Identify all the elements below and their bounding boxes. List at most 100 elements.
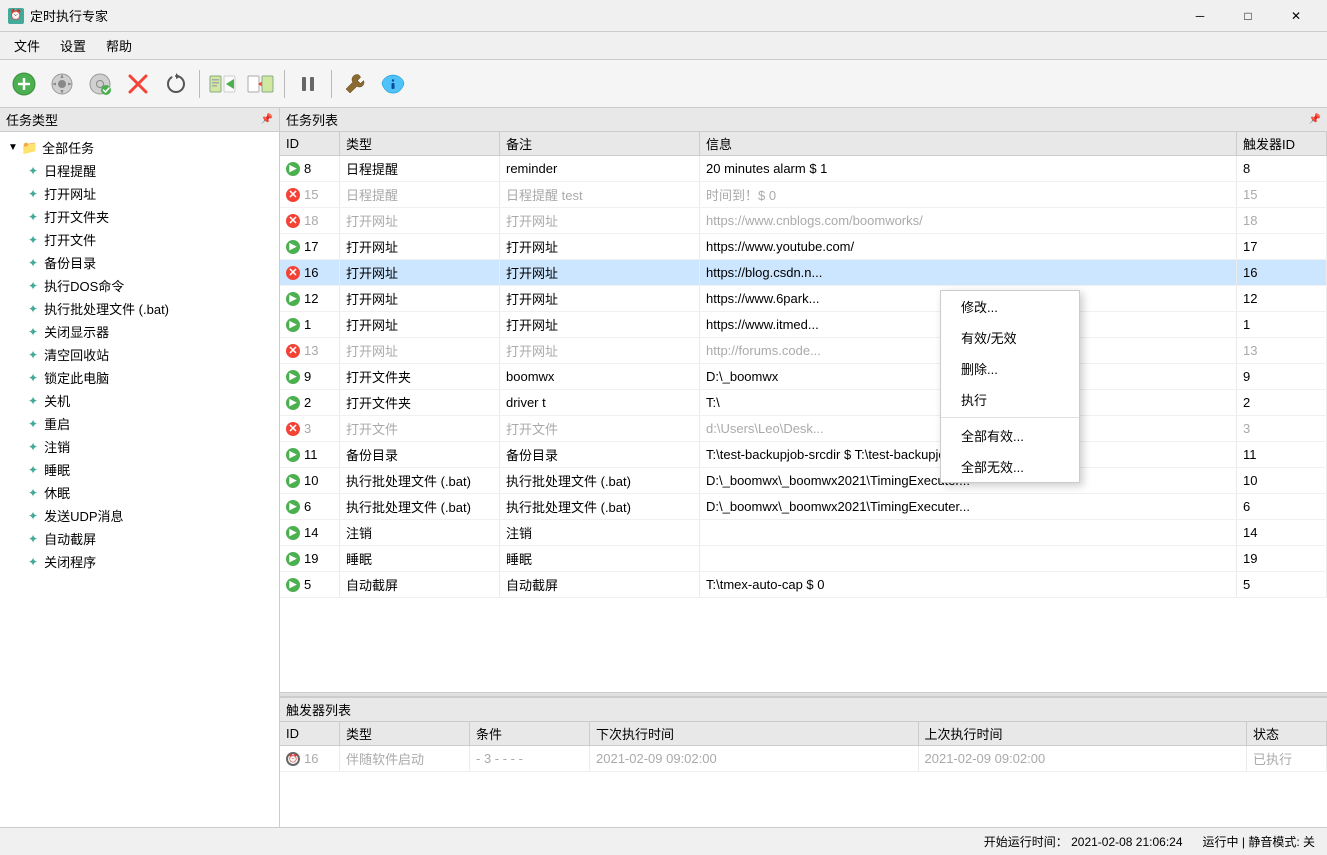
table-row[interactable]: ▶10 执行批处理文件 (.bat) 执行批处理文件 (.bat) D:\_bo… xyxy=(280,468,1327,494)
td-id: ▶8 xyxy=(280,156,340,181)
table-row[interactable]: ▶17 打开网址 打开网址 https://www.youtube.com/ 1… xyxy=(280,234,1327,260)
left-panel: 任务类型 📌 ▼ 📁 全部任务 ✦日程提醒✦打开网址✦打开文件夹✦打开文件✦备份… xyxy=(0,108,280,827)
table-row[interactable]: ▶5 自动截屏 自动截屏 T:\tmex-auto-cap $ 0 5 xyxy=(280,572,1327,598)
sidebar-item-休眠[interactable]: ✦休眠 xyxy=(0,481,279,504)
ctx-all-disable[interactable]: 全部无效... xyxy=(941,451,1079,482)
td-info: https://blog.csdn.n... xyxy=(700,260,1237,285)
sidebar-item-关机[interactable]: ✦关机 xyxy=(0,389,279,412)
table-row[interactable]: ▶6 执行批处理文件 (.bat) 执行批处理文件 (.bat) D:\_boo… xyxy=(280,494,1327,520)
sidebar-item-睡眠[interactable]: ✦睡眠 xyxy=(0,458,279,481)
status-green-icon: ▶ xyxy=(286,448,300,462)
table-row[interactable]: ✕15 日程提醒 日程提醒 test 时间到！$ 0 15 xyxy=(280,182,1327,208)
td-note: 打开文件 xyxy=(500,416,700,441)
td-id: ▶14 xyxy=(280,520,340,545)
sidebar-item-锁定此电脑[interactable]: ✦锁定此电脑 xyxy=(0,366,279,389)
status-green-icon: ▶ xyxy=(286,318,300,332)
trigger-th-id: ID xyxy=(280,722,340,745)
td-info xyxy=(700,520,1237,545)
table-row[interactable]: ▶2 打开文件夹 driver t T:\ 2 xyxy=(280,390,1327,416)
sidebar-item-自动截屏[interactable]: ✦自动截屏 xyxy=(0,527,279,550)
task-list-panel-header: 任务列表 📌 xyxy=(280,108,1327,132)
td-trigid: 12 xyxy=(1237,286,1327,311)
trigger-list-panel-header: 触发器列表 xyxy=(280,698,1327,722)
td-trigid: 6 xyxy=(1237,494,1327,519)
status-bar: 开始运行时间： 2021-02-08 21:06:24 运行中 | 静音模式: … xyxy=(0,827,1327,855)
td-trigid: 15 xyxy=(1237,182,1327,207)
maximize-button[interactable]: □ xyxy=(1225,1,1271,31)
export-button[interactable] xyxy=(243,66,279,102)
sidebar-item-发送UDP消息[interactable]: ✦发送UDP消息 xyxy=(0,504,279,527)
td-trigid: 1 xyxy=(1237,312,1327,337)
sidebar-item-执行DOS命令[interactable]: ✦执行DOS命令 xyxy=(0,274,279,297)
table-row[interactable]: ✕18 打开网址 打开网址 https://www.cnblogs.com/bo… xyxy=(280,208,1327,234)
table-row[interactable]: ▶1 打开网址 打开网址 https://www.itmed... 1 xyxy=(280,312,1327,338)
clock-icon: ⏰ xyxy=(286,752,300,766)
td-id: ✕18 xyxy=(280,208,340,233)
td-info: T:\tmex-auto-cap $ 0 xyxy=(700,572,1237,597)
table-row[interactable]: ▶12 打开网址 打开网址 https://www.6park... 12 xyxy=(280,286,1327,312)
table-row[interactable]: ▶19 睡眠 睡眠 19 xyxy=(280,546,1327,572)
trigger-td-last: 2021-02-09 09:02:00 xyxy=(919,746,1248,771)
ctx-toggle[interactable]: 有效/无效 xyxy=(941,322,1079,353)
table-row[interactable]: ▶14 注销 注销 14 xyxy=(280,520,1327,546)
menu-settings[interactable]: 设置 xyxy=(50,32,96,59)
pause-button[interactable] xyxy=(290,66,326,102)
settings-button[interactable] xyxy=(44,66,80,102)
refresh-button[interactable] xyxy=(158,66,194,102)
table-row[interactable]: ✕3 打开文件 打开文件 d:\Users\Leo\Desk... 3 xyxy=(280,416,1327,442)
sidebar-item-打开网址[interactable]: ✦打开网址 xyxy=(0,182,279,205)
trigger-table-row[interactable]: ⏰16 伴随软件启动 - 3 - - - - 2021-02-09 09:02:… xyxy=(280,746,1327,772)
sidebar-item-打开文件[interactable]: ✦打开文件 xyxy=(0,228,279,251)
task-table-body: ▶8 日程提醒 reminder 20 minutes alarm $ 1 8 … xyxy=(280,156,1327,692)
sidebar-item-关闭程序[interactable]: ✦关闭程序 xyxy=(0,550,279,573)
td-note: 睡眠 xyxy=(500,546,700,571)
td-note: 打开网址 xyxy=(500,260,700,285)
status-red-icon: ✕ xyxy=(286,266,300,280)
sidebar-item-重启[interactable]: ✦重启 xyxy=(0,412,279,435)
run-status: 运行中 | 静音模式: 关 xyxy=(1203,833,1315,850)
import-button[interactable] xyxy=(205,66,241,102)
table-row[interactable]: ▶8 日程提醒 reminder 20 minutes alarm $ 1 8 xyxy=(280,156,1327,182)
sidebar-item-清空回收站[interactable]: ✦清空回收站 xyxy=(0,343,279,366)
menu-file[interactable]: 文件 xyxy=(4,32,50,59)
sidebar-item-关闭显示器[interactable]: ✦关闭显示器 xyxy=(0,320,279,343)
td-type: 打开网址 xyxy=(340,286,500,311)
table-row[interactable]: ▶11 备份目录 备份目录 T:\test-backupjob-srcdir $… xyxy=(280,442,1327,468)
status-green-icon: ▶ xyxy=(286,552,300,566)
minimize-button[interactable]: ─ xyxy=(1177,1,1223,31)
td-id: ✕16 xyxy=(280,260,340,285)
td-id: ▶19 xyxy=(280,546,340,571)
menu-help[interactable]: 帮助 xyxy=(96,32,142,59)
close-button[interactable]: ✕ xyxy=(1273,1,1319,31)
add-task-button[interactable] xyxy=(6,66,42,102)
info-button[interactable] xyxy=(375,66,411,102)
td-type: 打开文件 xyxy=(340,416,500,441)
sidebar-item-打开文件夹[interactable]: ✦打开文件夹 xyxy=(0,205,279,228)
ctx-delete[interactable]: 删除... xyxy=(941,353,1079,384)
table-row[interactable]: ✕16 打开网址 打开网址 https://blog.csdn.n... 16 xyxy=(280,260,1327,286)
ctx-edit[interactable]: 修改... xyxy=(941,291,1079,322)
td-note: 注销 xyxy=(500,520,700,545)
sidebar-item-备份目录[interactable]: ✦备份目录 xyxy=(0,251,279,274)
tools-button[interactable] xyxy=(337,66,373,102)
tree-root-all-tasks[interactable]: ▼ 📁 全部任务 xyxy=(0,136,279,159)
td-note: 日程提醒 test xyxy=(500,182,700,207)
task-list-pin[interactable]: 📌 xyxy=(1309,114,1321,125)
toolbar-sep-1 xyxy=(199,70,200,98)
td-trigid: 13 xyxy=(1237,338,1327,363)
ctx-run[interactable]: 执行 xyxy=(941,384,1079,415)
sidebar-item-日程提醒[interactable]: ✦日程提醒 xyxy=(0,159,279,182)
ctx-all-enable[interactable]: 全部有效... xyxy=(941,420,1079,451)
td-note: 打开网址 xyxy=(500,338,700,363)
th-trigid: 触发器ID xyxy=(1237,132,1327,155)
status-green-icon: ▶ xyxy=(286,396,300,410)
enable-button[interactable] xyxy=(82,66,118,102)
left-panel-pin[interactable]: 📌 xyxy=(261,114,273,125)
sidebar-item-注销[interactable]: ✦注销 xyxy=(0,435,279,458)
table-row[interactable]: ▶9 打开文件夹 boomwx D:\_boomwx 9 xyxy=(280,364,1327,390)
sidebar-item-执行批处理文件 (.bat)[interactable]: ✦执行批处理文件 (.bat) xyxy=(0,297,279,320)
td-type: 备份目录 xyxy=(340,442,500,467)
toolbar xyxy=(0,60,1327,108)
table-row[interactable]: ✕13 打开网址 打开网址 http://forums.code... 13 xyxy=(280,338,1327,364)
delete-button[interactable] xyxy=(120,66,156,102)
